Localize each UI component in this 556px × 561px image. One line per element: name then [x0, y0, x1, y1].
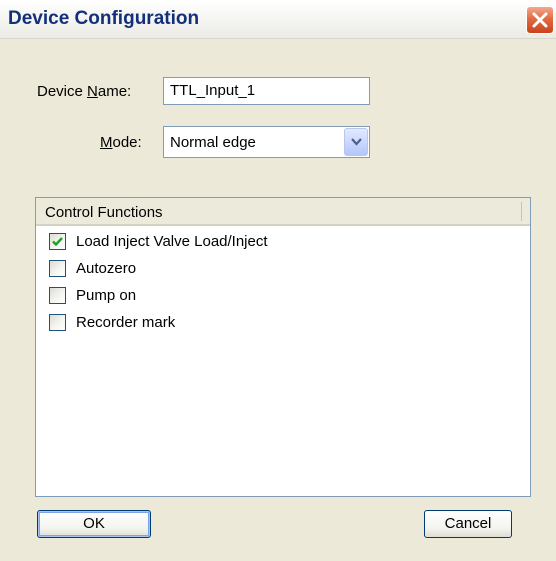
cancel-button[interactable]: Cancel: [424, 510, 512, 538]
column-divider[interactable]: [521, 202, 522, 221]
checkbox[interactable]: [49, 287, 66, 304]
checkbox[interactable]: [49, 314, 66, 331]
checkbox[interactable]: [49, 233, 66, 250]
list-item[interactable]: Autozero: [36, 258, 530, 281]
ok-button[interactable]: OK: [37, 510, 151, 538]
mode-dropdown-button[interactable]: [344, 128, 368, 156]
list-item-label: Autozero: [76, 260, 137, 277]
control-functions-header[interactable]: Control Functions: [36, 198, 530, 226]
checkbox[interactable]: [49, 260, 66, 277]
mode-label: Mode:: [100, 134, 142, 151]
device-name-input[interactable]: TTL_Input_1: [163, 77, 370, 105]
close-button[interactable]: [526, 6, 554, 34]
list-item-label: Recorder mark: [76, 314, 176, 331]
list-item[interactable]: Load Inject Valve Load/Inject: [36, 231, 530, 254]
check-icon: [52, 237, 63, 247]
column-header-label: Control Functions: [45, 204, 163, 221]
close-icon: [532, 12, 548, 28]
control-functions-list[interactable]: Control Functions Load Inject Valve Load…: [35, 197, 531, 497]
chevron-down-icon: [351, 138, 362, 146]
list-item-label: Pump on: [76, 287, 137, 304]
list-item-label: Load Inject Valve Load/Inject: [76, 233, 268, 250]
list-item[interactable]: Recorder mark: [36, 312, 530, 335]
window-title: Device Configuration: [8, 8, 200, 29]
mode-select-value: Normal edge: [170, 134, 256, 151]
device-name-label: Device Name:: [37, 83, 132, 100]
mode-select[interactable]: Normal edge: [163, 126, 370, 158]
list-item[interactable]: Pump on: [36, 285, 530, 308]
title-bar: Device Configuration: [0, 0, 556, 39]
